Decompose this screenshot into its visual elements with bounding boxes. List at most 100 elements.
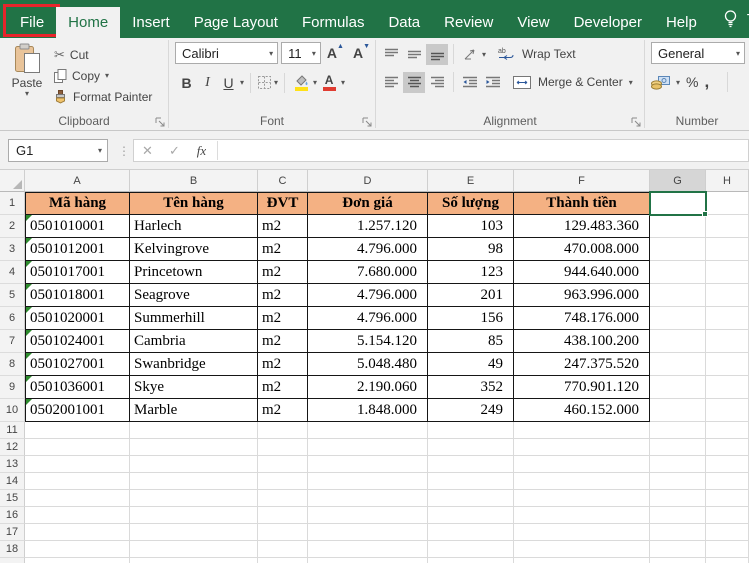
cell-G10[interactable] xyxy=(650,399,706,422)
tab-data[interactable]: Data xyxy=(376,7,432,38)
cell-A18[interactable] xyxy=(25,541,130,558)
borders-icon[interactable] xyxy=(257,75,272,90)
column-header-F[interactable]: F xyxy=(514,170,650,192)
clipboard-dialog-launcher-icon[interactable] xyxy=(155,117,165,127)
cell-F9[interactable]: 770.901.120 xyxy=(514,376,650,399)
align-center-button[interactable] xyxy=(403,72,425,93)
cell-A3[interactable]: 0501012001 xyxy=(25,238,130,261)
align-middle-button[interactable] xyxy=(403,44,425,65)
cell-D19[interactable] xyxy=(308,558,428,563)
cell-E3[interactable]: 98 xyxy=(428,238,514,261)
cell-H1[interactable] xyxy=(706,192,749,215)
cell-F3[interactable]: 470.008.000 xyxy=(514,238,650,261)
cell-F14[interactable] xyxy=(514,473,650,490)
cell-C17[interactable] xyxy=(258,524,308,541)
underline-dropdown-icon[interactable]: ▾ xyxy=(240,79,244,86)
cell-C5[interactable]: m2 xyxy=(258,284,308,307)
cell-D4[interactable]: 7.680.000 xyxy=(308,261,428,284)
row-header-12[interactable]: 12 xyxy=(0,439,25,456)
row-header-3[interactable]: 3 xyxy=(0,238,25,261)
cell-C18[interactable] xyxy=(258,541,308,558)
cell-E16[interactable] xyxy=(428,507,514,524)
confirm-entry-button[interactable]: ✓ xyxy=(161,140,188,161)
font-size-combo[interactable]: 11 ▾ xyxy=(281,42,321,64)
percent-style-button[interactable]: % xyxy=(686,74,698,90)
cell-D16[interactable] xyxy=(308,507,428,524)
cell-D1[interactable]: Đơn giá xyxy=(308,192,428,215)
cancel-entry-button[interactable]: ✕ xyxy=(134,140,161,161)
cell-H4[interactable] xyxy=(706,261,749,284)
cell-H3[interactable] xyxy=(706,238,749,261)
copy-dropdown-icon[interactable]: ▾ xyxy=(105,72,109,79)
cell-B8[interactable]: Swanbridge xyxy=(130,353,258,376)
cell-D10[interactable]: 1.848.000 xyxy=(308,399,428,422)
cell-E1[interactable]: Số lượng xyxy=(428,192,514,215)
cell-A17[interactable] xyxy=(25,524,130,541)
cell-C15[interactable] xyxy=(258,490,308,507)
cell-B4[interactable]: Princetown xyxy=(130,261,258,284)
cell-F10[interactable]: 460.152.000 xyxy=(514,399,650,422)
borders-dropdown-icon[interactable]: ▾ xyxy=(274,79,278,86)
cell-F13[interactable] xyxy=(514,456,650,473)
cell-E18[interactable] xyxy=(428,541,514,558)
cell-B2[interactable]: Harlech xyxy=(130,215,258,238)
cell-G12[interactable] xyxy=(650,439,706,456)
row-header-9[interactable]: 9 xyxy=(0,376,25,399)
cell-G3[interactable] xyxy=(650,238,706,261)
cell-H13[interactable] xyxy=(706,456,749,473)
align-top-button[interactable] xyxy=(380,44,402,65)
cell-E4[interactable]: 123 xyxy=(428,261,514,284)
cell-F18[interactable] xyxy=(514,541,650,558)
cell-B17[interactable] xyxy=(130,524,258,541)
cell-A15[interactable] xyxy=(25,490,130,507)
fill-color-button[interactable] xyxy=(291,72,311,93)
copy-button[interactable]: Copy ▾ xyxy=(54,65,152,86)
cell-D13[interactable] xyxy=(308,456,428,473)
row-header-6[interactable]: 6 xyxy=(0,307,25,330)
cell-B7[interactable]: Cambria xyxy=(130,330,258,353)
cell-H8[interactable] xyxy=(706,353,749,376)
column-header-E[interactable]: E xyxy=(428,170,514,192)
accounting-dropdown-icon[interactable]: ▾ xyxy=(676,79,680,86)
cell-D18[interactable] xyxy=(308,541,428,558)
cell-B13[interactable] xyxy=(130,456,258,473)
formula-bar-grip[interactable]: ⋮ xyxy=(118,144,130,158)
cell-D3[interactable]: 4.796.000 xyxy=(308,238,428,261)
cell-C7[interactable]: m2 xyxy=(258,330,308,353)
cell-F11[interactable] xyxy=(514,422,650,439)
cell-E7[interactable]: 85 xyxy=(428,330,514,353)
cell-G2[interactable] xyxy=(650,215,706,238)
cell-G7[interactable] xyxy=(650,330,706,353)
cell-H16[interactable] xyxy=(706,507,749,524)
row-header-5[interactable]: 5 xyxy=(0,284,25,307)
cell-B16[interactable] xyxy=(130,507,258,524)
cell-B3[interactable]: Kelvingrove xyxy=(130,238,258,261)
cell-H2[interactable] xyxy=(706,215,749,238)
orientation-dropdown-icon[interactable]: ▾ xyxy=(482,51,486,58)
cell-A1[interactable]: Mã hàng xyxy=(25,192,130,215)
row-header-1[interactable]: 1 xyxy=(0,192,25,215)
cell-G9[interactable] xyxy=(650,376,706,399)
cell-G4[interactable] xyxy=(650,261,706,284)
cut-button[interactable]: ✂ Cut xyxy=(54,44,152,65)
cell-F19[interactable] xyxy=(514,558,650,563)
fill-color-dropdown-icon[interactable]: ▾ xyxy=(313,79,317,86)
cell-F6[interactable]: 748.176.000 xyxy=(514,307,650,330)
cell-G16[interactable] xyxy=(650,507,706,524)
cell-B10[interactable]: Marble xyxy=(130,399,258,422)
cell-G14[interactable] xyxy=(650,473,706,490)
cell-H19[interactable] xyxy=(706,558,749,563)
cell-C16[interactable] xyxy=(258,507,308,524)
cell-D8[interactable]: 5.048.480 xyxy=(308,353,428,376)
cell-D17[interactable] xyxy=(308,524,428,541)
cell-C3[interactable]: m2 xyxy=(258,238,308,261)
row-header-14[interactable]: 14 xyxy=(0,473,25,490)
alignment-dialog-launcher-icon[interactable] xyxy=(631,117,641,127)
row-header-11[interactable]: 11 xyxy=(0,422,25,439)
cell-A6[interactable]: 0501020001 xyxy=(25,307,130,330)
align-left-button[interactable] xyxy=(380,72,402,93)
cell-E19[interactable] xyxy=(428,558,514,563)
cell-C10[interactable]: m2 xyxy=(258,399,308,422)
cell-C14[interactable] xyxy=(258,473,308,490)
font-color-button[interactable]: A xyxy=(319,72,339,93)
